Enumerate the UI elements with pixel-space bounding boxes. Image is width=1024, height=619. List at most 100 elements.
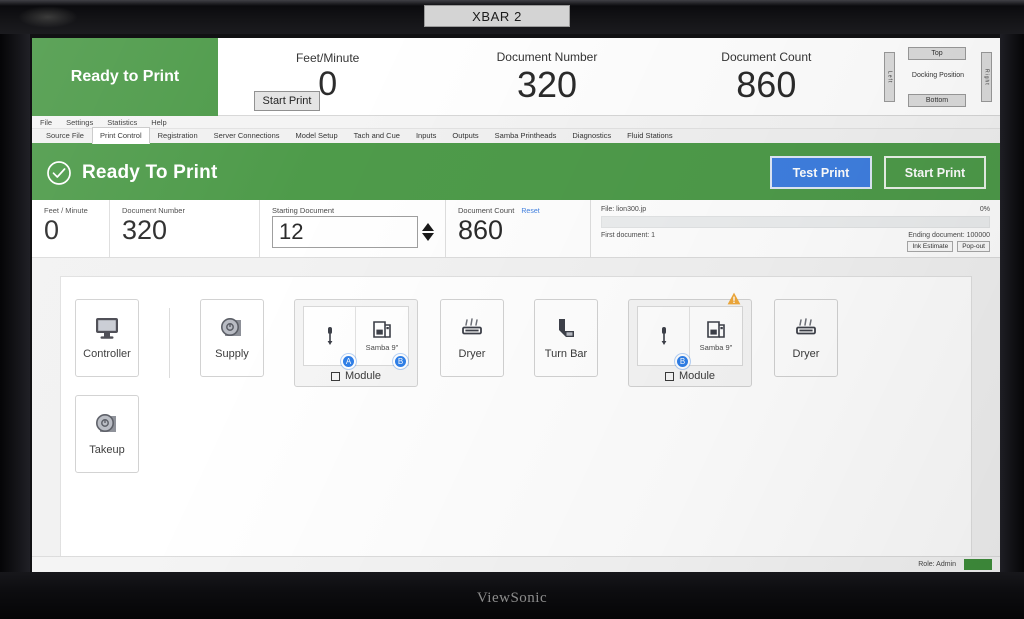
tab-model-setup[interactable]: Model Setup — [288, 127, 346, 143]
roll-icon — [96, 414, 116, 432]
menu-item-settings[interactable]: Settings — [66, 118, 93, 127]
tab-outputs[interactable]: Outputs — [444, 127, 486, 143]
tab-inputs[interactable]: Inputs — [408, 127, 444, 143]
stat-label: Feet / Minute — [44, 206, 88, 215]
module-group-b[interactable]: Samba 9" B Module — [628, 292, 752, 387]
reset-count-link[interactable]: Reset — [521, 208, 539, 215]
app-header: Ready to Print Start Print Feet/Minute 0… — [32, 38, 1000, 116]
tab-samba-printheads[interactable]: Samba Printheads — [487, 127, 565, 143]
diagram-row-1: Controller Supply Samba 9" A B Module Dr… — [75, 292, 957, 387]
file-progress-panel: File: lion300.jp 0% First document: 1 En… — [590, 200, 1000, 257]
device-tile-dryer-2[interactable]: Dryer — [774, 299, 838, 377]
stat-value: 860 — [458, 215, 504, 245]
print-progress-bar — [601, 216, 990, 228]
header-start-print-button[interactable]: Start Print — [254, 91, 320, 111]
monitor-brand-label: ViewSonic — [476, 590, 548, 606]
menu-item-statistics[interactable]: Statistics — [107, 118, 137, 127]
device-tile-label: Dryer — [792, 348, 820, 360]
stat-label: Starting Document — [272, 206, 335, 215]
tab-bar: Source File Print Control Registration S… — [32, 127, 1000, 145]
role-label: Role: Admin — [918, 561, 956, 568]
sensor-icon — [327, 327, 332, 345]
dock-top-label: Top — [931, 50, 943, 57]
banner-actions: Test Print Start Print — [770, 156, 986, 189]
pop-out-label: Pop-out — [962, 243, 985, 250]
status-chip — [964, 559, 992, 570]
tab-fluid-stations[interactable]: Fluid Stations — [619, 127, 680, 143]
dock-bottom-label: Bottom — [925, 97, 949, 104]
stats-row: Feet / Minute 0 Document Number 320 Star… — [32, 200, 1000, 258]
module-b-cell-printhead[interactable]: Samba 9" — [690, 307, 742, 365]
module-group-a[interactable]: Samba 9" A B Module — [294, 299, 418, 387]
tab-source-file[interactable]: Source File — [38, 127, 92, 143]
tab-diagnostics[interactable]: Diagnostics — [564, 127, 619, 143]
menu-item-file[interactable]: File — [40, 118, 52, 127]
module-b-printhead-label: Samba 9" — [699, 343, 733, 352]
module-a-square-icon — [330, 371, 340, 381]
start-print-button[interactable]: Start Print — [884, 156, 986, 189]
tab-registration[interactable]: Registration — [150, 127, 206, 143]
screen: Ready to Print Start Print Feet/Minute 0… — [32, 38, 1000, 572]
check-circle-icon — [47, 160, 71, 185]
monitor-photo: Ready to Print Start Print Feet/Minute 0… — [0, 0, 1024, 619]
warning-triangle-icon — [727, 292, 741, 305]
device-tile-label: Dryer — [458, 348, 486, 360]
tab-server-connections[interactable]: Server Connections — [206, 127, 288, 143]
diagram-divider — [169, 308, 170, 378]
device-tile-dryer-1[interactable]: Dryer — [440, 299, 504, 377]
turnbar-icon — [559, 319, 574, 337]
pop-out-button[interactable]: Pop-out — [957, 241, 990, 252]
test-print-button[interactable]: Test Print — [770, 156, 872, 189]
tab-print-control[interactable]: Print Control — [91, 127, 150, 144]
ink-estimate-button[interactable]: Ink Estimate — [907, 241, 954, 252]
device-tile-turn-bar[interactable]: Turn Bar — [534, 299, 598, 377]
start-print-label: Start Print — [904, 165, 966, 180]
docking-position-widget: Left Top Docking Position Bottom Right — [876, 38, 1000, 116]
bezel-top: XBAR 2 — [0, 0, 1024, 34]
header-metric-label: Feet/Minute — [295, 50, 360, 65]
bezel-left — [0, 0, 30, 619]
dock-left-button[interactable]: Left — [883, 52, 895, 102]
header-metric-document-count: Document Count 860 — [657, 38, 876, 115]
stat-value: 320 — [122, 215, 168, 245]
bezel-smudge — [18, 6, 78, 28]
starting-document-stepper[interactable] — [422, 223, 434, 241]
printhead-icon — [707, 321, 725, 338]
bezel-bottom: ViewSonic — [0, 572, 1024, 619]
stat-document-count-label: Document Count — [458, 206, 515, 215]
progress-percent-label: 0% — [979, 206, 990, 213]
docking-position-title: Docking Position — [911, 72, 965, 79]
test-print-label: Test Print — [792, 165, 850, 180]
ink-estimate-label: Ink Estimate — [912, 243, 949, 250]
starting-document-input[interactable] — [272, 216, 418, 248]
printhead-icon — [373, 321, 391, 338]
stepper-up-icon[interactable] — [422, 223, 434, 231]
device-tile-supply[interactable]: Supply — [200, 299, 264, 377]
dock-top-button[interactable]: Top — [907, 47, 966, 60]
module-a-badge-b: B — [393, 354, 408, 369]
device-tile-controller[interactable]: Controller — [75, 299, 139, 377]
banner-status-text: Ready To Print — [82, 161, 218, 183]
stat-document-number: Document Number 320 — [110, 200, 260, 257]
header-metric-label: Document Count — [721, 49, 812, 64]
press-diagram: Controller Supply Samba 9" A B Module Dr… — [60, 276, 972, 562]
stat-label: Document Count Reset — [458, 206, 578, 215]
module-a-badge-a: A — [341, 354, 356, 369]
device-tile-takeup[interactable]: Takeup — [75, 395, 139, 473]
dock-bottom-button[interactable]: Bottom — [907, 94, 966, 107]
header-metric-value: 320 — [516, 63, 578, 105]
bezel-right — [1000, 0, 1024, 619]
menu-item-help[interactable]: Help — [151, 118, 166, 127]
badge-label: B — [397, 357, 404, 366]
tab-tach-and-cue[interactable]: Tach and Cue — [346, 127, 408, 143]
stat-starting-document: Starting Document — [260, 200, 445, 257]
stepper-down-icon[interactable] — [422, 233, 434, 241]
badge-label: B — [679, 357, 686, 366]
dryer-icon — [462, 318, 482, 335]
header-metric-feet-per-minute: Feet/Minute 0 — [218, 38, 437, 115]
stat-value: 0 — [44, 215, 60, 245]
dock-right-button[interactable]: Right — [980, 52, 992, 102]
monitor-icon — [96, 318, 118, 339]
device-tile-label: Takeup — [89, 444, 125, 456]
header-status-block: Ready to Print — [32, 38, 218, 116]
